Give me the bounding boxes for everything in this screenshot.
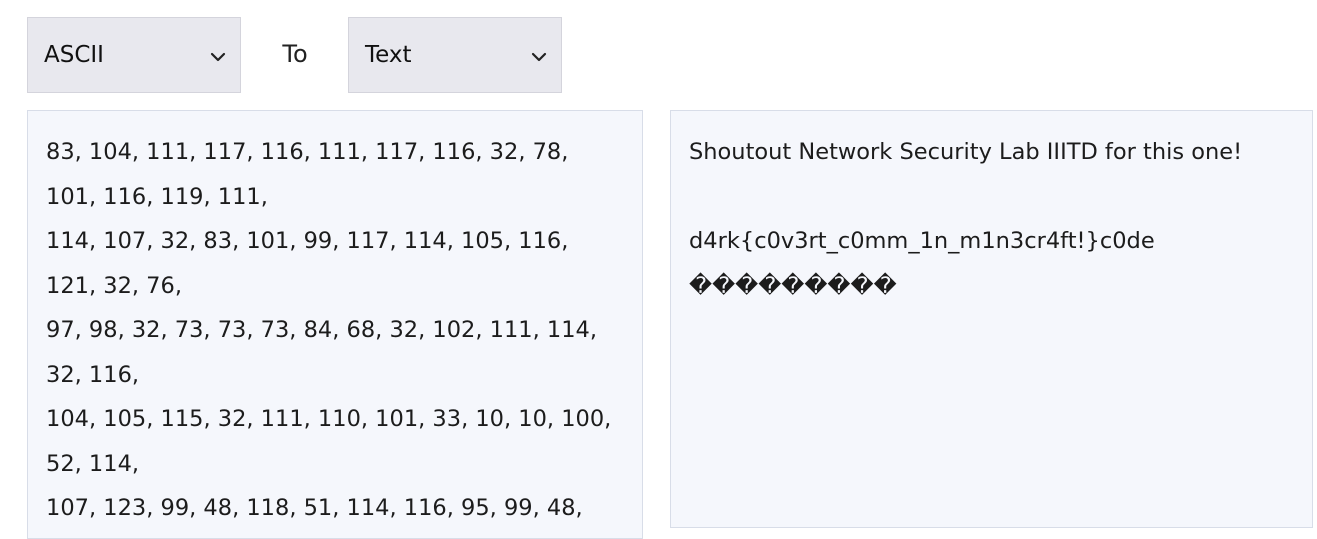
to-label: To	[282, 40, 308, 68]
from-format-value: ASCII	[44, 42, 104, 68]
to-format-value: Text	[365, 42, 412, 68]
chevron-down-icon	[210, 42, 226, 68]
ascii-converter: ASCII To Text 83, 104, 111, 117, 116, 11…	[0, 0, 1317, 539]
output-textarea[interactable]: Shoutout Network Security Lab IIITD for …	[670, 110, 1313, 528]
chevron-down-icon	[531, 42, 547, 68]
input-textarea[interactable]: 83, 104, 111, 117, 116, 111, 117, 116, 3…	[27, 110, 643, 539]
to-format-select[interactable]: Text	[348, 17, 562, 93]
from-format-select[interactable]: ASCII	[27, 17, 241, 93]
